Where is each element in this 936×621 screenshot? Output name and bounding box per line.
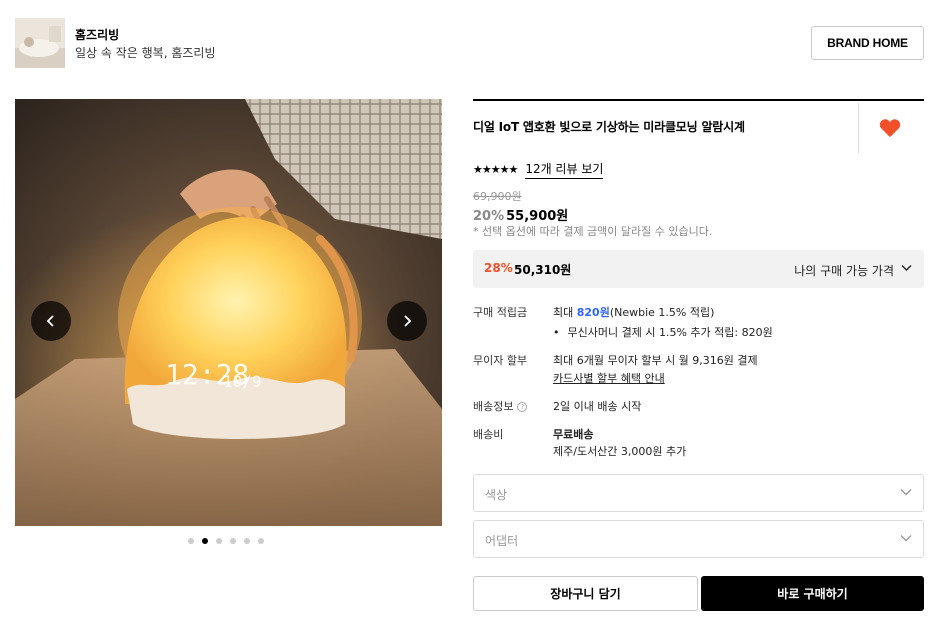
brand-name[interactable]: 홈즈리빙	[75, 26, 119, 43]
review-link[interactable]: 12개 리뷰 보기	[525, 160, 604, 179]
product-title: 디얼 IoT 앱호환 빛으로 기상하는 미라클모닝 알람시계	[473, 120, 745, 134]
brand-slogan: 일상 속 작은 행복, 홈즈리빙	[75, 46, 216, 60]
product-info: 디얼 IoT 앱호환 빛으로 기상하는 미라클모닝 알람시계	[473, 99, 924, 153]
product-title-row: 디얼 IoT 앱호환 빛으로 기상하는 미라클모닝 알람시계	[473, 99, 924, 153]
brand-bar: 홈즈리빙 일상 속 작은 행복, 홈즈리빙 BRAND HOME	[15, 18, 924, 68]
clock-date-display: 10/9	[223, 372, 262, 391]
rating-row: ★★★★★ 12개 리뷰 보기	[473, 160, 604, 179]
pagination-dot[interactable]	[216, 538, 222, 544]
delivery-fee-text: 무료배송	[553, 428, 594, 441]
delivery-fee-extra: 제주/도서산간 3,000원 추가	[553, 445, 687, 458]
shipping-text: 2일 이내 배송 시작	[553, 400, 642, 413]
chevron-down-icon	[901, 265, 912, 271]
shipping-label-text: 배송정보	[473, 400, 514, 413]
brand-home-button[interactable]: BRAND HOME	[811, 26, 924, 60]
next-image-button[interactable]	[387, 301, 427, 341]
chevron-left-icon	[46, 315, 54, 327]
points-extra-text: 무신사머니 결제 시 1.5% 추가 적립: 820원	[567, 326, 773, 339]
discount-rate: 20%	[473, 209, 505, 224]
pagination-dot[interactable]	[258, 538, 264, 544]
color-select[interactable]: 색상	[473, 474, 924, 512]
installment-text: 최대 6개월 무이자 할부 시 월 9,316원 결제	[553, 354, 758, 367]
help-icon[interactable]: ?	[517, 402, 528, 412]
pagination-dot[interactable]	[244, 538, 250, 544]
product-image: 12:28 10/9	[15, 99, 442, 526]
adapter-select[interactable]: 어댑터	[473, 520, 924, 558]
points-extra: • 무신사머니 결제 시 1.5% 추가 적립: 820원	[553, 326, 773, 339]
points-value: 최대 820원(Newbie 1.5% 적립)	[553, 304, 714, 320]
adapter-select-placeholder: 어댑터	[485, 534, 519, 548]
divider	[858, 103, 859, 153]
original-price: 69,900원	[473, 190, 522, 203]
delivery-fee-label: 배송비	[473, 428, 504, 441]
pagination-dot-active[interactable]	[202, 538, 208, 544]
points-label: 구매 적립금	[473, 306, 528, 319]
points-prefix: 최대	[553, 306, 574, 319]
previous-image-button[interactable]	[31, 301, 71, 341]
best-price-amount: 50,310원	[514, 263, 572, 277]
sale-price-row: 20% 55,900원	[473, 205, 568, 224]
heart-icon[interactable]	[879, 118, 901, 138]
points-suffix: (Newbie 1.5% 적립)	[609, 306, 715, 319]
buy-now-button[interactable]: 바로 구매하기	[701, 576, 924, 611]
best-price-discount: 28%	[484, 261, 513, 275]
shipping-label: 배송정보?	[473, 398, 528, 414]
pagination-dot[interactable]	[188, 538, 194, 544]
product-image-gallery[interactable]: 12:28 10/9	[15, 99, 442, 526]
brand-logo-image[interactable]	[15, 18, 65, 68]
add-to-cart-button[interactable]: 장바구니 담기	[473, 576, 698, 611]
best-price-label: 나의 구매 가능 가격	[794, 264, 894, 278]
chevron-right-icon	[404, 315, 412, 327]
my-best-price-toggle[interactable]: 28% 50,310원 나의 구매 가능 가격	[473, 250, 924, 288]
chevron-down-icon	[900, 535, 912, 542]
price-note: * 선택 옵션에 따라 결제 금액이 달라질 수 있습니다.	[473, 225, 713, 238]
color-select-placeholder: 색상	[485, 488, 508, 502]
points-amount: 820원	[576, 306, 610, 319]
installment-label: 무이자 할부	[473, 354, 528, 367]
gallery-pagination	[188, 538, 264, 544]
chevron-down-icon	[900, 489, 912, 496]
sale-price: 55,900원	[506, 209, 569, 224]
pagination-dot[interactable]	[230, 538, 236, 544]
installment-benefit-link[interactable]: 카드사별 할부 혜택 안내	[553, 370, 665, 386]
star-rating-icon: ★★★★★	[473, 163, 518, 176]
